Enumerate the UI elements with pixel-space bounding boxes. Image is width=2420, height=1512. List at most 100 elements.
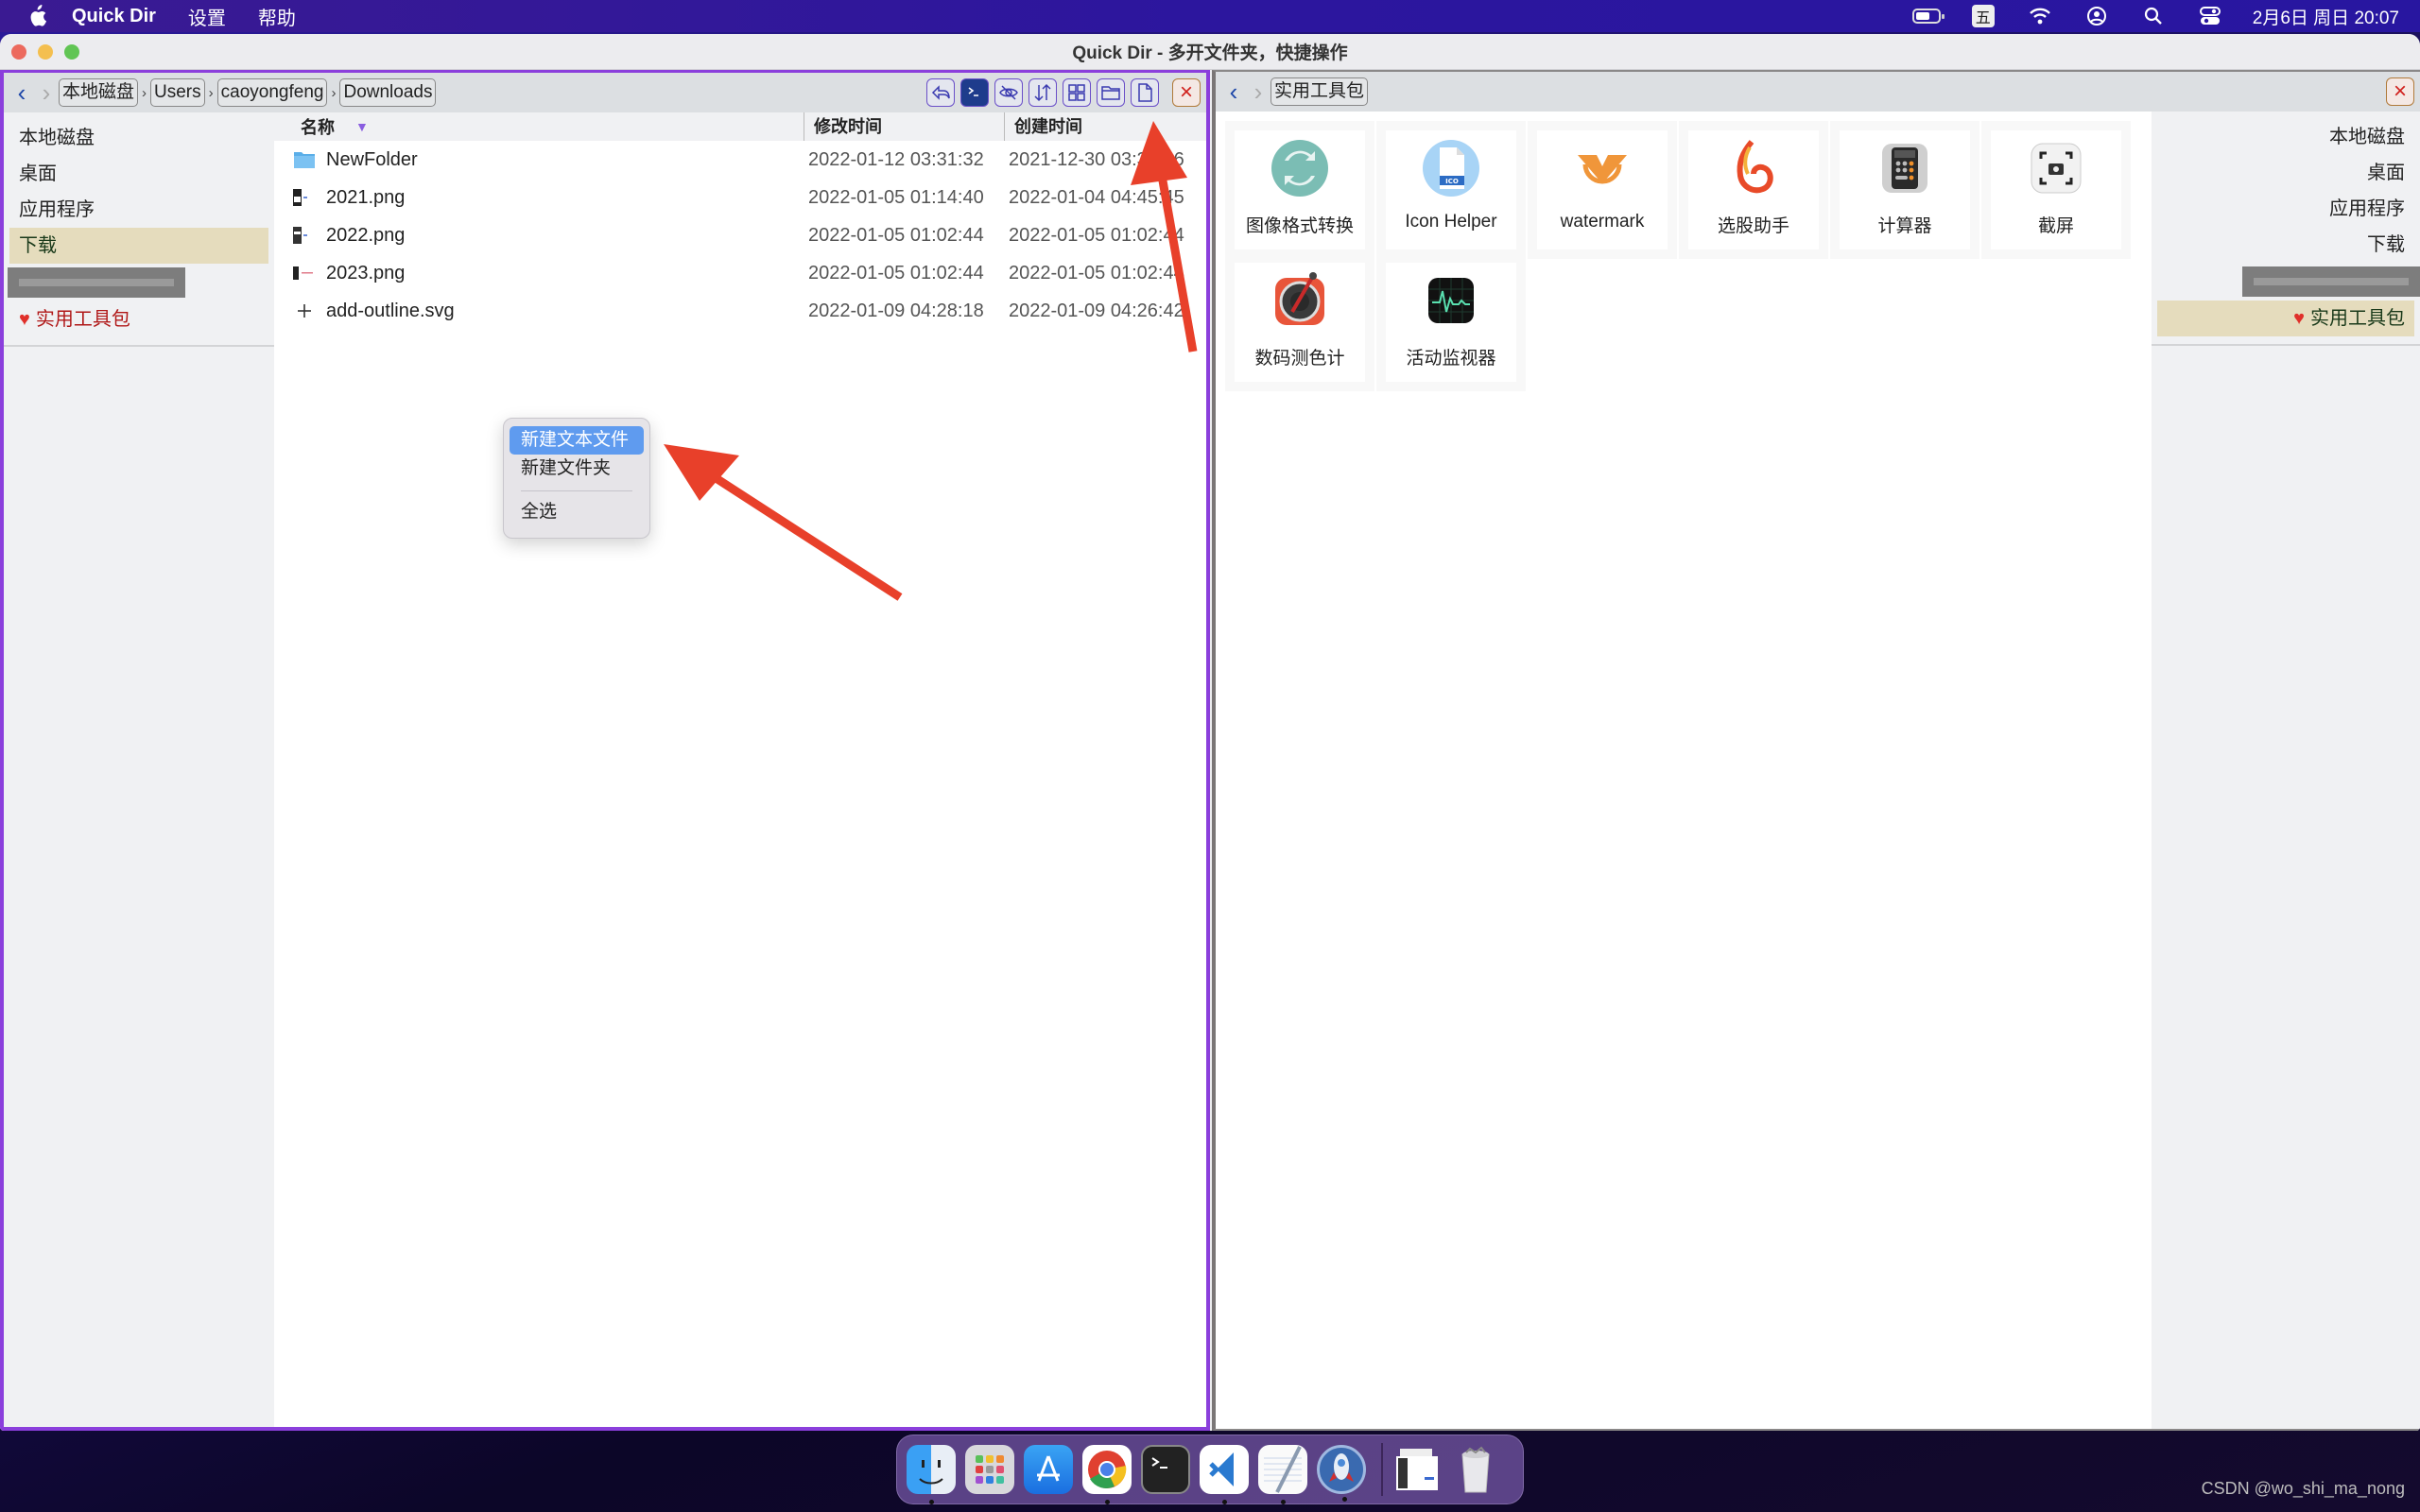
menu-item-select-all[interactable]: 全选 [510,498,644,526]
app-tile[interactable]: watermark [1537,130,1668,249]
file-modified: 2022-01-05 01:14:40 [808,187,984,208]
dock-textedit[interactable] [1258,1445,1307,1504]
window-zoom-button[interactable] [64,43,79,60]
sidebar-item-downloads[interactable]: 下载 [9,228,268,264]
watermark-icon [1578,155,1627,184]
apple-logo-icon[interactable] [26,5,47,27]
app-tile[interactable]: 选股助手 [1688,130,1819,249]
new-file-icon[interactable] [1131,78,1159,107]
app-window: Quick Dir - 多开文件夹，快捷操作 ‹ › 本地磁盘 › Users … [0,34,2420,1431]
dock-vscode[interactable] [1200,1445,1249,1504]
right-pane: ‹ › 实用工具包 × 图像格式转换 ICO Icon Helper water… [1212,70,2420,1431]
sidebar-item-local-disk[interactable]: 本地磁盘 [9,120,268,156]
dock-launchpad[interactable] [965,1445,1014,1494]
window-title: Quick Dir - 多开文件夹，快捷操作 [1072,43,1348,63]
app-tile[interactable]: ICO Icon Helper [1386,130,1516,249]
dock-trash[interactable] [1451,1445,1500,1494]
breadcrumb-local-disk[interactable]: 本地磁盘 [59,78,139,107]
file-row[interactable]: add-outline.svg 2022-01-09 04:28:18 2022… [274,292,1206,330]
image-thumbnail-icon [293,189,307,206]
app-store-icon [1037,1455,1060,1482]
textedit-icon [1264,1446,1302,1493]
stock-picker-icon [1737,140,1773,194]
back-up-icon[interactable] [926,78,955,107]
window-titlebar[interactable]: Quick Dir - 多开文件夹，快捷操作 [0,34,2420,70]
breadcrumb-downloads[interactable]: Downloads [339,78,437,107]
app-tile[interactable]: 截屏 [1991,130,2121,249]
sort-icon[interactable] [1028,78,1057,107]
folder-icon[interactable] [1097,78,1125,107]
menubar-clock[interactable]: 2月6日 周日 20:07 [2253,4,2399,29]
input-method-label: 五 [1971,5,1995,27]
sidebar-item-favorite-toolkit[interactable]: ♥ 实用工具包 [9,301,268,337]
dock-quick-dir-window[interactable] [1392,1445,1442,1494]
back-button[interactable]: ‹ [1221,77,1246,106]
wifi-icon[interactable] [2026,6,2054,26]
column-header-modified[interactable]: 修改时间 [804,112,882,141]
app-tile[interactable]: 图像格式转换 [1235,130,1365,249]
terminal-icon[interactable] [960,78,989,107]
breadcrumb-user-home[interactable]: caoyongfeng [216,78,328,107]
app-tile[interactable]: 活动监视器 [1386,263,1516,382]
app-tile[interactable]: 计算器 [1840,130,1970,249]
menu-item-new-folder[interactable]: 新建文件夹 [510,455,644,483]
left-pane: ‹ › 本地磁盘 › Users › caoyongfeng › Downloa… [0,70,1210,1431]
window-close-button[interactable] [11,43,26,60]
menu-settings[interactable]: 设置 [188,3,226,30]
dock-rocket-app[interactable] [1317,1445,1366,1502]
menu-item-new-text-file[interactable]: 新建文本文件 [510,426,644,455]
spotlight-search-icon[interactable] [2139,6,2168,26]
forward-button[interactable]: › [34,78,59,107]
dock-terminal[interactable] [1141,1445,1190,1494]
sidebar-item-applications[interactable]: 应用程序 [2157,191,2414,227]
column-header-created[interactable]: 创建时间 [1004,112,1082,141]
input-method-icon[interactable]: 五 [1969,5,1997,27]
file-row[interactable]: 2023.png 2022-01-05 01:02:44 2022-01-05 … [274,254,1206,292]
dock-app-store[interactable] [1024,1445,1073,1494]
control-center-icon[interactable] [2196,6,2224,26]
svg-text:ICO: ICO [1445,178,1459,185]
hide-icon[interactable] [994,78,1023,107]
menu-help[interactable]: 帮助 [258,3,296,30]
app-label: 截屏 [2037,216,2074,236]
file-modified: 2022-01-12 03:31:32 [808,149,984,170]
app-label: 图像格式转换 [1245,216,1354,236]
window-controls [11,43,79,60]
dock-finder[interactable] [907,1445,956,1504]
close-pane-icon[interactable]: × [2386,77,2414,106]
battery-icon[interactable] [1911,6,1945,26]
sidebar-item-desktop[interactable]: 桌面 [2157,155,2414,191]
back-button[interactable]: ‹ [9,78,34,107]
breadcrumb-separator: › [142,84,147,101]
column-header-name[interactable]: 名称 [301,114,335,139]
sidebar-drag-handle[interactable] [2242,266,2420,297]
breadcrumb-users[interactable]: Users [150,78,205,107]
file-row[interactable]: 2021.png 2022-01-05 01:14:40 2022-01-04 … [274,179,1206,216]
sidebar-item-desktop[interactable]: 桌面 [9,156,268,192]
close-pane-icon[interactable]: × [1172,78,1201,107]
file-row[interactable]: 2022.png 2022-01-05 01:02:44 2022-01-05 … [274,216,1206,254]
file-row[interactable]: NewFolder 2022-01-12 03:31:32 2021-12-30… [274,141,1206,179]
menu-app-name[interactable]: Quick Dir [72,6,156,27]
app-tile[interactable]: 数码测色计 [1235,263,1365,382]
sidebar-item-local-disk[interactable]: 本地磁盘 [2157,119,2414,155]
file-list: 名称 ▼ 修改时间 创建时间 NewFolder 2022-01-12 03:3… [274,112,1206,1427]
user-icon[interactable] [2083,6,2111,26]
trash-icon [1461,1446,1490,1493]
grid-view-icon[interactable] [1063,78,1091,107]
window-minimize-button[interactable] [38,43,53,60]
dock-chrome[interactable] [1082,1445,1132,1504]
left-sidebar: 本地磁盘 桌面 应用程序 下载 ♥ 实用工具包 [4,112,274,1427]
add-outline-icon [298,304,311,318]
breadcrumb-toolkit[interactable]: 实用工具包 [1270,77,1369,106]
sort-desc-icon[interactable]: ▼ [355,119,369,134]
sidebar-item-favorite-toolkit[interactable]: ♥ 实用工具包 [2157,301,2414,336]
sidebar-drag-handle[interactable] [8,267,185,298]
favorite-label: 实用工具包 [35,309,130,330]
sidebar-item-downloads[interactable]: 下载 [2157,227,2414,263]
rocket-icon [1329,1453,1354,1482]
forward-button[interactable]: › [1246,77,1270,106]
sidebar-item-applications[interactable]: 应用程序 [9,192,268,228]
image-thumbnail-icon [293,227,307,244]
calculator-icon [1882,144,1927,193]
